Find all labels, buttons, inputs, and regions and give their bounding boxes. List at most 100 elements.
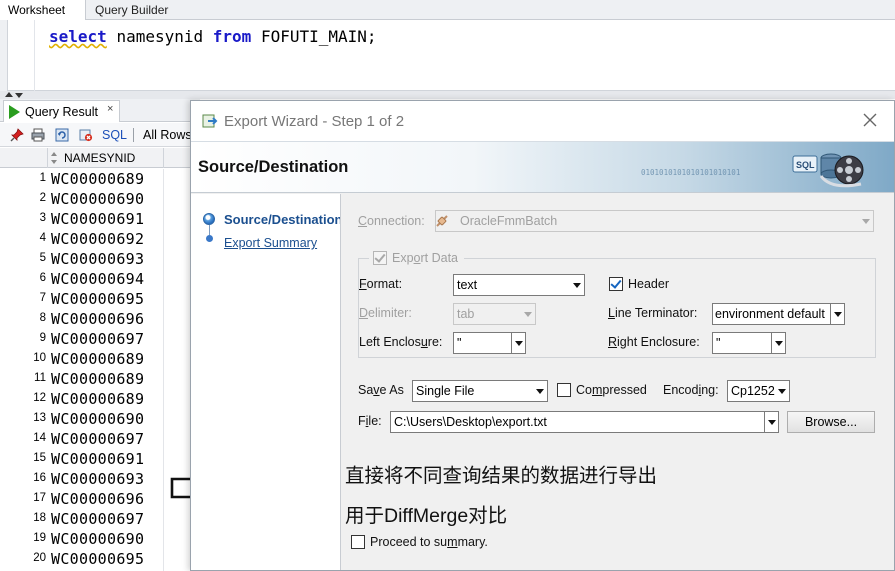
table-row[interactable]: 9 WC00000697 bbox=[0, 329, 200, 349]
pin-icon[interactable] bbox=[10, 128, 24, 142]
refresh-icon[interactable] bbox=[55, 128, 69, 142]
compressed-label: Compressed bbox=[576, 383, 647, 397]
rows-fetched-info: All Rows bbox=[143, 128, 192, 142]
save-as-select[interactable]: Single File bbox=[412, 380, 548, 402]
pane-splitter[interactable] bbox=[0, 91, 895, 99]
chevron-down-icon bbox=[775, 381, 789, 401]
table-row[interactable]: 13 WC00000690 bbox=[0, 409, 200, 429]
table-row[interactable]: 19 WC00000690 bbox=[0, 529, 200, 549]
editor-gutter bbox=[0, 20, 8, 91]
table-row[interactable]: 8 WC00000696 bbox=[0, 309, 200, 329]
cell-namesynid[interactable]: WC00000689 bbox=[51, 350, 144, 368]
browse-button[interactable]: Browse... bbox=[787, 411, 875, 433]
table-row[interactable]: 18 WC00000697 bbox=[0, 509, 200, 529]
cell-namesynid[interactable]: WC00000690 bbox=[51, 530, 144, 548]
table-row[interactable]: 11 WC00000689 bbox=[0, 369, 200, 389]
cell-namesynid[interactable]: WC00000693 bbox=[51, 470, 144, 488]
cell-namesynid[interactable]: WC00000690 bbox=[51, 190, 144, 208]
sort-icon[interactable] bbox=[50, 151, 58, 165]
cell-namesynid[interactable]: WC00000697 bbox=[51, 330, 144, 348]
table-row[interactable]: 6 WC00000694 bbox=[0, 269, 200, 289]
export-data-checkbox[interactable] bbox=[373, 251, 387, 265]
row-number: 8 bbox=[39, 312, 46, 324]
table-row[interactable]: 4 WC00000692 bbox=[0, 229, 200, 249]
sql-link[interactable]: SQL bbox=[102, 128, 127, 142]
format-value: text bbox=[457, 278, 478, 292]
right-enclosure-select[interactable]: " bbox=[712, 332, 786, 354]
tab-query-builder[interactable]: Query Builder bbox=[87, 0, 176, 20]
proceed-to-summary-checkbox[interactable] bbox=[351, 535, 365, 549]
proceed-to-summary-label: Proceed to summary. bbox=[370, 535, 488, 549]
cell-namesynid[interactable]: WC00000695 bbox=[51, 550, 144, 568]
table-row[interactable]: 7 WC00000695 bbox=[0, 289, 200, 309]
row-number: 2 bbox=[39, 192, 46, 204]
table-row[interactable]: 3 WC00000691 bbox=[0, 209, 200, 229]
step-source-destination[interactable]: Source/Destination bbox=[224, 212, 340, 227]
cell-namesynid[interactable]: WC00000691 bbox=[51, 450, 144, 468]
cell-namesynid[interactable]: WC00000697 bbox=[51, 430, 144, 448]
encoding-select[interactable]: Cp1252 bbox=[727, 380, 790, 402]
collapse-down-icon[interactable] bbox=[15, 93, 23, 98]
line-terminator-select[interactable]: environment default bbox=[712, 303, 845, 325]
cell-namesynid[interactable]: WC00000696 bbox=[51, 310, 144, 328]
cell-namesynid[interactable]: WC00000695 bbox=[51, 290, 144, 308]
row-number: 12 bbox=[33, 392, 46, 404]
file-path-input[interactable]: C:\Users\Desktop\export.txt bbox=[390, 411, 779, 433]
table-row[interactable]: 10 WC00000689 bbox=[0, 349, 200, 369]
tab-query-result[interactable]: Query Result × bbox=[3, 100, 120, 122]
toolbar-separator bbox=[133, 128, 134, 142]
sql-statement[interactable]: select namesynid from FOFUTI_MAIN; bbox=[49, 27, 377, 46]
left-enclosure-select[interactable]: " bbox=[453, 332, 526, 354]
wizard-banner: Source/Destination 010101010101010101010… bbox=[191, 141, 894, 193]
connection-label: Connection: bbox=[358, 214, 425, 228]
format-select[interactable]: text bbox=[453, 274, 585, 296]
cell-namesynid[interactable]: WC00000691 bbox=[51, 210, 144, 228]
close-tab-icon[interactable]: × bbox=[107, 103, 113, 115]
delimiter-select[interactable]: tab bbox=[453, 303, 536, 325]
table-row[interactable]: 1 WC00000689 bbox=[0, 169, 200, 189]
cell-namesynid[interactable]: WC00000694 bbox=[51, 270, 144, 288]
row-number: 10 bbox=[33, 352, 46, 364]
compressed-checkbox[interactable] bbox=[557, 383, 571, 397]
row-number: 7 bbox=[39, 292, 46, 304]
table-row[interactable]: 20 WC00000695 bbox=[0, 549, 200, 569]
line-terminator-value: environment default bbox=[715, 307, 825, 321]
cancel-query-icon[interactable] bbox=[79, 128, 93, 142]
cell-namesynid[interactable]: WC00000689 bbox=[51, 370, 144, 388]
row-number: 3 bbox=[39, 212, 46, 224]
cell-namesynid[interactable]: WC00000692 bbox=[51, 230, 144, 248]
sql-editor[interactable]: select namesynid from FOFUTI_MAIN; bbox=[0, 20, 895, 91]
table-row[interactable]: 2 WC00000690 bbox=[0, 189, 200, 209]
header-checkbox[interactable] bbox=[609, 277, 623, 291]
table-row[interactable]: 12 WC00000689 bbox=[0, 389, 200, 409]
cell-namesynid[interactable]: WC00000696 bbox=[51, 490, 144, 508]
collapse-up-icon[interactable] bbox=[5, 92, 13, 97]
query-result-toolbar: SQL All Rows bbox=[0, 123, 200, 147]
row-number: 11 bbox=[34, 372, 46, 384]
column-header-namesynid[interactable]: NAMESYNID bbox=[64, 151, 135, 165]
cell-namesynid[interactable]: WC00000689 bbox=[51, 170, 144, 188]
dialog-titlebar[interactable]: Export Wizard - Step 1 of 2 bbox=[191, 101, 894, 141]
table-row[interactable]: 5 WC00000693 bbox=[0, 249, 200, 269]
step-pending-icon bbox=[206, 235, 213, 242]
row-number: 18 bbox=[33, 512, 46, 524]
step-export-summary[interactable]: Export Summary bbox=[224, 236, 317, 250]
annotation-line-2: 用于DiffMerge对比 bbox=[345, 505, 508, 527]
export-wizard-dialog: Export Wizard - Step 1 of 2 Source/Desti… bbox=[190, 100, 895, 571]
column-divider bbox=[163, 148, 164, 168]
print-icon[interactable] bbox=[31, 128, 45, 142]
page-title: Source/Destination bbox=[198, 158, 349, 176]
cell-namesynid[interactable]: WC00000693 bbox=[51, 250, 144, 268]
table-row[interactable]: 14 WC00000697 bbox=[0, 429, 200, 449]
connection-select[interactable]: OracleFmmBatch bbox=[435, 210, 874, 232]
query-result-tabbar: Query Result × bbox=[0, 99, 200, 122]
cell-namesynid[interactable]: WC00000697 bbox=[51, 510, 144, 528]
close-icon[interactable] bbox=[861, 111, 879, 129]
cell-namesynid[interactable]: WC00000690 bbox=[51, 410, 144, 428]
tab-worksheet[interactable]: Worksheet bbox=[0, 0, 86, 20]
file-path-value: C:\Users\Desktop\export.txt bbox=[394, 415, 547, 429]
cell-namesynid[interactable]: WC00000689 bbox=[51, 390, 144, 408]
row-number: 19 bbox=[33, 532, 46, 544]
result-grid-header: NAMESYNID bbox=[0, 148, 200, 168]
row-number: 4 bbox=[39, 232, 46, 244]
